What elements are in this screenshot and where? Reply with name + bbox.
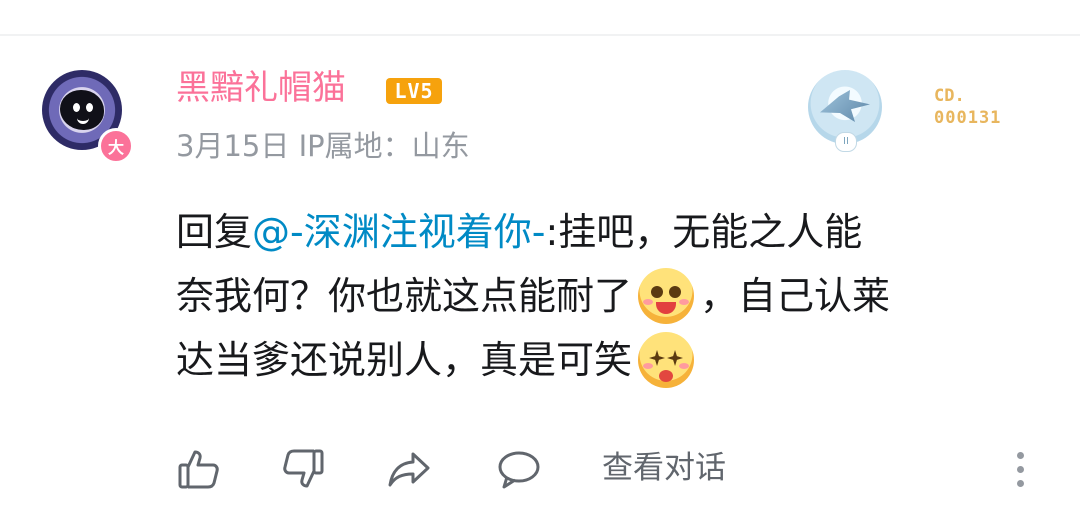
comment-content: 回复 @-深渊注视着你- :挂吧，无能之人能 奈我何？你也就这点能耐了 ，自己认…: [176, 200, 1038, 392]
content-line-2: 奈我何？你也就这点能耐了 ，自己认莱: [176, 264, 1038, 328]
content-line-3: 达当爹还说别人，真是可笑: [176, 328, 1038, 392]
user-avatar[interactable]: 大: [40, 68, 134, 164]
reply-prefix: 回复: [176, 210, 253, 254]
mention-link[interactable]: @-深渊注视着你-: [252, 200, 545, 264]
comment-meta: 3月15日 IP属地：山东: [176, 129, 470, 163]
content-text-4: 达当爹还说别人，真是可笑: [176, 338, 633, 382]
comment-icon[interactable]: [496, 446, 542, 492]
more-vertical-icon[interactable]: [1012, 450, 1028, 490]
username[interactable]: 黑黯礼帽猫: [176, 66, 346, 110]
level-badge: LV5: [386, 78, 442, 104]
thumb-down-icon[interactable]: [280, 446, 326, 492]
share-icon[interactable]: [386, 446, 432, 492]
view-dialog-link[interactable]: 查看对话: [602, 448, 726, 488]
medal-label: CD.: [934, 86, 965, 106]
content-line-1: 回复 @-深渊注视着你- :挂吧，无能之人能: [176, 200, 1038, 264]
content-text-3: ，自己认莱: [700, 274, 891, 318]
medal-number: 000131: [934, 108, 1002, 128]
content-text-1: :挂吧，无能之人能: [545, 210, 863, 254]
fan-medal[interactable]: II: [808, 70, 884, 152]
avatar-badge: 大: [98, 128, 134, 164]
star-eyes-emoji-icon: [638, 332, 695, 388]
top-divider: [0, 34, 1080, 36]
comment-actions: 查看对话: [176, 446, 1046, 494]
content-text-2: 奈我何？你也就这点能耐了: [176, 274, 633, 318]
watermelon-emoji-icon: [638, 268, 695, 324]
medal-level: II: [835, 132, 857, 152]
thumb-up-icon[interactable]: [176, 446, 222, 492]
